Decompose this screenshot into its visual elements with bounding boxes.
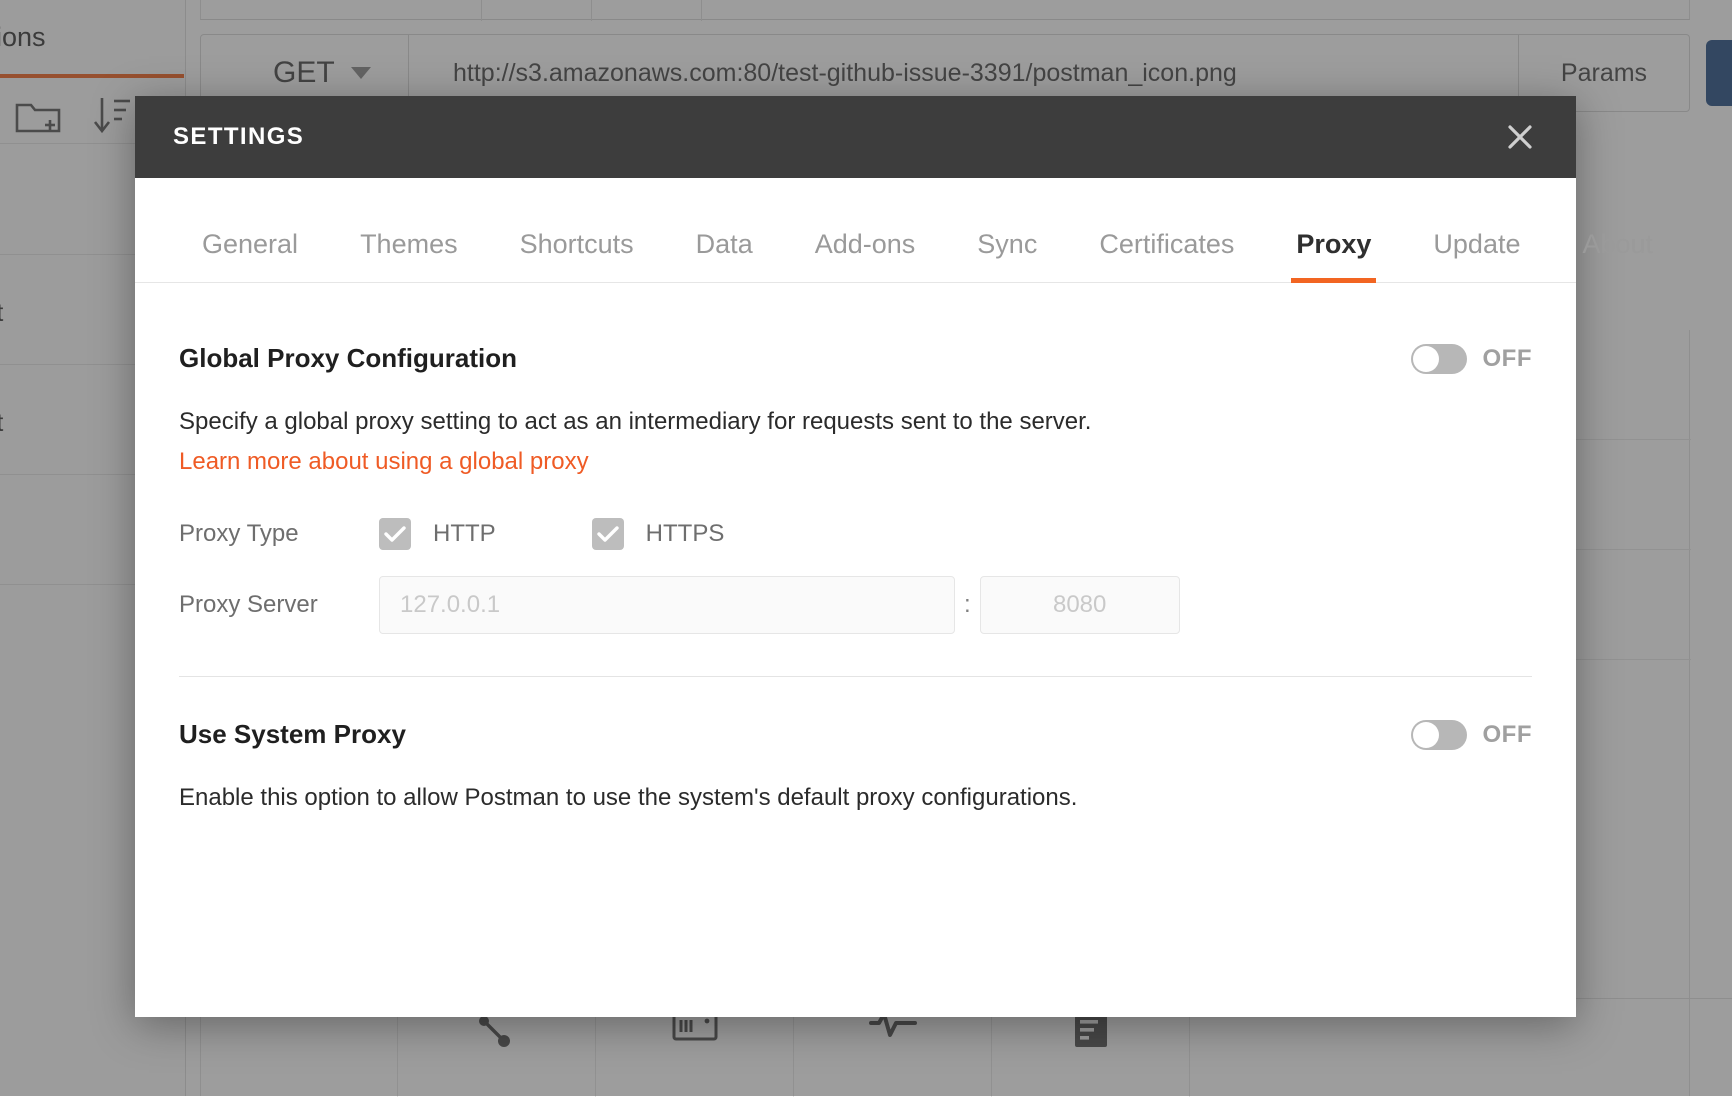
global-proxy-header: Global Proxy Configuration OFF <box>179 343 1532 374</box>
close-icon <box>1505 122 1535 152</box>
proxy-type-label: Proxy Type <box>179 520 379 548</box>
tab-about[interactable]: About <box>1552 229 1685 282</box>
toggle-track <box>1411 720 1467 750</box>
tab-label: Add-ons <box>815 229 916 259</box>
tab-themes[interactable]: Themes <box>329 229 489 282</box>
tab-shortcuts[interactable]: Shortcuts <box>489 229 665 282</box>
tab-general[interactable]: General <box>171 229 329 282</box>
settings-proxy-panel: Global Proxy Configuration OFF Specify a… <box>135 283 1576 1017</box>
global-proxy-description: Specify a global proxy setting to act as… <box>179 408 1532 436</box>
tab-label: Certificates <box>1099 229 1234 259</box>
proxy-type-http-checkbox[interactable]: HTTP <box>379 518 496 550</box>
system-proxy-toggle-state: OFF <box>1483 721 1533 749</box>
proxy-type-https-checkbox[interactable]: HTTPS <box>592 518 725 550</box>
system-proxy-header: Use System Proxy OFF <box>179 719 1532 750</box>
proxy-port-input[interactable] <box>980 576 1180 634</box>
modal-header: SETTINGS <box>135 96 1576 178</box>
modal-title: SETTINGS <box>173 123 1498 151</box>
proxy-server-label: Proxy Server <box>179 591 379 619</box>
tab-label: Shortcuts <box>520 229 634 259</box>
proxy-type-https-label: HTTPS <box>646 520 725 548</box>
system-proxy-toggle[interactable]: OFF <box>1411 720 1533 750</box>
tab-data[interactable]: Data <box>665 229 784 282</box>
tab-sync[interactable]: Sync <box>946 229 1068 282</box>
checkbox-checked-icon <box>379 518 411 550</box>
tab-label: Data <box>696 229 753 259</box>
tab-label: Update <box>1433 229 1520 259</box>
port-separator: : <box>964 591 971 619</box>
system-proxy-title: Use System Proxy <box>179 719 406 750</box>
tab-label: Sync <box>977 229 1037 259</box>
global-proxy-learn-more-link[interactable]: Learn more about using a global proxy <box>179 448 589 476</box>
proxy-type-row: Proxy Type HTTP HTTPS <box>179 518 1532 550</box>
global-proxy-toggle[interactable]: OFF <box>1411 344 1533 374</box>
section-divider <box>179 676 1532 677</box>
global-proxy-toggle-state: OFF <box>1483 345 1533 373</box>
global-proxy-title: Global Proxy Configuration <box>179 343 517 374</box>
tab-label: About <box>1583 229 1654 259</box>
tab-label: Themes <box>360 229 458 259</box>
toggle-knob <box>1413 722 1439 748</box>
checkbox-checked-icon <box>592 518 624 550</box>
close-button[interactable] <box>1498 115 1542 159</box>
tab-update[interactable]: Update <box>1402 229 1551 282</box>
tab-certificates[interactable]: Certificates <box>1068 229 1265 282</box>
tab-label: General <box>202 229 298 259</box>
tab-label: Proxy <box>1296 229 1371 259</box>
proxy-type-http-label: HTTP <box>433 520 496 548</box>
system-proxy-description: Enable this option to allow Postman to u… <box>179 784 1532 812</box>
proxy-host-input[interactable] <box>379 576 955 634</box>
tab-add-ons[interactable]: Add-ons <box>784 229 947 282</box>
settings-modal: SETTINGS General Themes Shortcuts Data A… <box>135 96 1576 1017</box>
proxy-server-row: Proxy Server : <box>179 576 1532 634</box>
settings-tabbar: General Themes Shortcuts Data Add-ons Sy… <box>135 178 1576 283</box>
tab-proxy[interactable]: Proxy <box>1265 229 1402 282</box>
toggle-knob <box>1413 346 1439 372</box>
toggle-track <box>1411 344 1467 374</box>
